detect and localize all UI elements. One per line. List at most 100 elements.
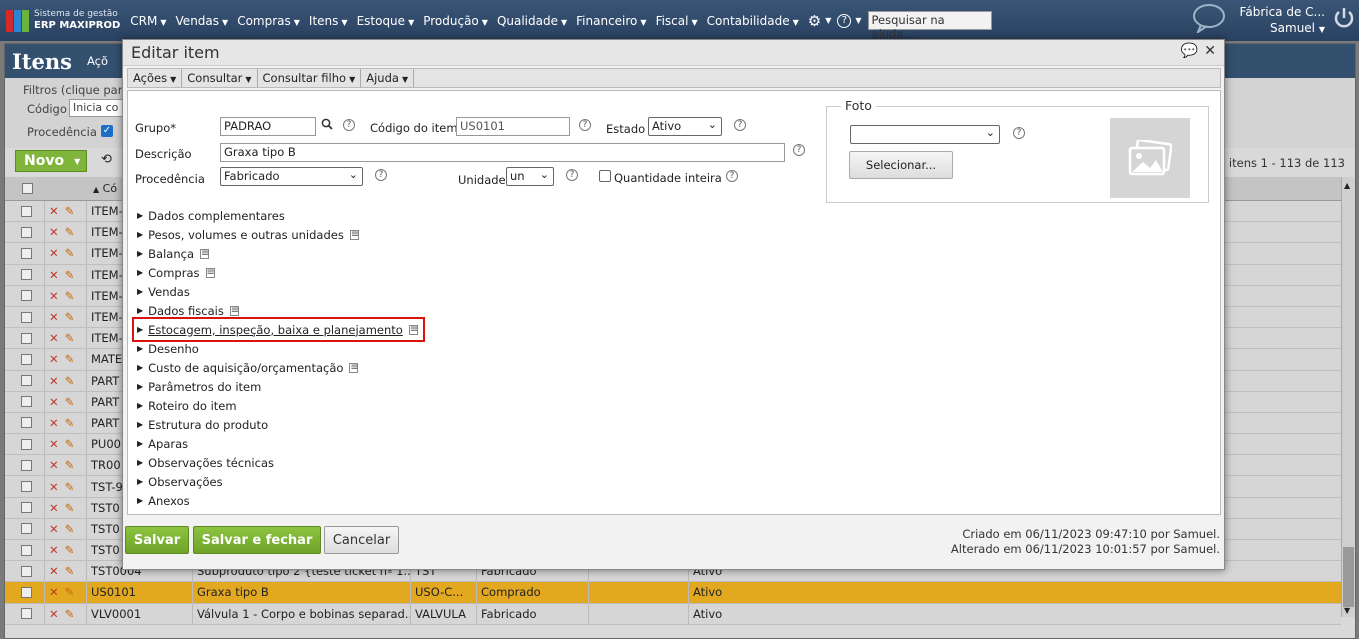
select-photo-button[interactable]: Selecionar...	[849, 151, 953, 179]
delete-icon[interactable]: ✕	[49, 480, 59, 494]
nav-vendas[interactable]: Vendas ▼	[176, 14, 229, 28]
delete-icon[interactable]: ✕	[49, 564, 59, 578]
delete-icon[interactable]: ✕	[49, 585, 59, 599]
menu-consultar-filho[interactable]: Consultar filho ▼	[258, 69, 362, 87]
section-toggle[interactable]: ▶ Balança ≡	[137, 244, 422, 263]
row-checkbox[interactable]	[21, 332, 32, 344]
nav-producao[interactable]: Produção ▼	[423, 14, 488, 28]
help-icon[interactable]: ?	[726, 170, 738, 182]
column-header-code[interactable]: ▲ Có	[93, 182, 117, 195]
help-icon[interactable]: ?	[734, 119, 746, 131]
filter-origin-checkbox[interactable]: ✓	[101, 125, 113, 137]
document-icon[interactable]: ≡	[205, 267, 215, 278]
nav-itens[interactable]: Itens ▼	[309, 14, 348, 28]
edit-pencil-icon[interactable]: ✎	[65, 480, 75, 494]
descricao-input[interactable]: Graxa tipo B	[220, 143, 785, 162]
row-checkbox[interactable]	[21, 481, 32, 493]
document-icon[interactable]: ≡	[229, 305, 239, 316]
edit-pencil-icon[interactable]: ✎	[65, 204, 75, 218]
nav-qualidade[interactable]: Qualidade ▼	[497, 14, 567, 28]
section-toggle[interactable]: ▶ Vendas	[137, 282, 422, 301]
chat-bubble-icon[interactable]	[1192, 3, 1226, 39]
unidade-select[interactable]: un ⌄	[506, 167, 554, 186]
row-checkbox[interactable]	[21, 375, 32, 387]
section-toggle[interactable]: ▶ Dados complementares	[137, 206, 422, 225]
edit-pencil-icon[interactable]: ✎	[65, 331, 75, 345]
codigo-input[interactable]: US0101	[456, 117, 570, 136]
delete-icon[interactable]: ✕	[49, 374, 59, 388]
delete-icon[interactable]: ✕	[49, 289, 59, 303]
row-checkbox[interactable]	[21, 523, 32, 535]
edit-pencil-icon[interactable]: ✎	[65, 607, 75, 621]
section-toggle[interactable]: ▶ Anexos	[137, 491, 422, 510]
section-toggle[interactable]: ▶ Observações técnicas	[137, 453, 422, 472]
delete-icon[interactable]: ✕	[49, 225, 59, 239]
delete-icon[interactable]: ✕	[49, 268, 59, 282]
chat-icon[interactable]: 💬	[1181, 43, 1198, 59]
help-icon[interactable]: ?	[1013, 127, 1025, 139]
document-icon[interactable]: ≡	[349, 362, 359, 373]
section-toggle[interactable]: ▶ Custo de aquisição/orçamentação ≡	[137, 358, 422, 377]
delete-icon[interactable]: ✕	[49, 437, 59, 451]
document-icon[interactable]: ≡	[349, 229, 359, 240]
edit-pencil-icon[interactable]: ✎	[65, 437, 75, 451]
row-checkbox[interactable]	[21, 226, 32, 238]
delete-icon[interactable]: ✕	[49, 522, 59, 536]
nav-financeiro[interactable]: Financeiro ▼	[576, 14, 646, 28]
menu-ajuda[interactable]: Ajuda ▼	[361, 69, 415, 87]
edit-pencil-icon[interactable]: ✎	[65, 458, 75, 472]
nav-fiscal[interactable]: Fiscal ▼	[656, 14, 698, 28]
section-toggle[interactable]: ▶ Pesos, volumes e outras unidades ≡	[137, 225, 422, 244]
section-toggle[interactable]: ▶ Observações	[137, 472, 422, 491]
edit-pencil-icon[interactable]: ✎	[65, 416, 75, 430]
row-checkbox[interactable]	[21, 417, 32, 429]
delete-icon[interactable]: ✕	[49, 331, 59, 345]
refresh-icon[interactable]: ⟲	[101, 152, 112, 167]
filter-code-input[interactable]: Inicia co	[69, 99, 129, 117]
save-button[interactable]: Salvar	[125, 526, 189, 554]
delete-icon[interactable]: ✕	[49, 416, 59, 430]
menu-acoes[interactable]: Ações ▼	[128, 69, 183, 87]
edit-pencil-icon[interactable]: ✎	[65, 225, 75, 239]
select-all-checkbox[interactable]	[22, 183, 33, 194]
delete-icon[interactable]: ✕	[49, 204, 59, 218]
foto-select[interactable]: ⌄	[850, 125, 1000, 144]
gear-icon[interactable]: ⚙	[808, 12, 821, 30]
quantidade-inteira-checkbox[interactable]	[599, 170, 611, 182]
row-checkbox[interactable]	[21, 205, 32, 217]
help-icon[interactable]: ?	[343, 119, 355, 131]
row-checkbox[interactable]	[21, 438, 32, 450]
help-caret-icon[interactable]: ▼	[855, 16, 861, 25]
nav-crm[interactable]: CRM ▼	[130, 14, 166, 28]
edit-pencil-icon[interactable]: ✎	[65, 246, 75, 260]
row-checkbox[interactable]	[21, 459, 32, 471]
row-checkbox[interactable]	[21, 544, 32, 556]
section-toggle[interactable]: ▶ Desenho	[137, 339, 422, 358]
help-icon[interactable]: ?	[579, 119, 591, 131]
delete-icon[interactable]: ✕	[49, 501, 59, 515]
section-toggle[interactable]: ▶ Dados fiscais ≡	[137, 301, 422, 320]
edit-pencil-icon[interactable]: ✎	[65, 289, 75, 303]
user-menu[interactable]: Fábrica de C... Samuel ▼	[1240, 4, 1325, 38]
row-checkbox[interactable]	[21, 353, 32, 365]
edit-pencil-icon[interactable]: ✎	[65, 585, 75, 599]
delete-icon[interactable]: ✕	[49, 395, 59, 409]
app-logo[interactable]: Sistema de gestão ERP MAXIPROD	[6, 9, 120, 32]
power-icon[interactable]	[1333, 6, 1355, 36]
edit-pencil-icon[interactable]: ✎	[65, 501, 75, 515]
help-icon[interactable]: ?	[375, 169, 387, 181]
delete-icon[interactable]: ✕	[49, 310, 59, 324]
page-actions-menu[interactable]: Açõ	[87, 54, 108, 68]
row-checkbox[interactable]	[21, 502, 32, 514]
section-toggle[interactable]: ▶ Aparas	[137, 434, 422, 453]
edit-pencil-icon[interactable]: ✎	[65, 395, 75, 409]
section-toggle[interactable]: ▶ Roteiro do item	[137, 396, 422, 415]
section-toggle[interactable]: ▶ Estrutura do produto	[137, 415, 422, 434]
document-icon[interactable]: ≡	[408, 324, 418, 335]
new-button[interactable]: Novo ▼	[15, 150, 87, 172]
nav-compras[interactable]: Compras ▼	[237, 14, 300, 28]
menu-consultar[interactable]: Consultar ▼	[182, 69, 258, 87]
row-checkbox[interactable]	[21, 311, 32, 323]
grupo-input[interactable]: PADRAO	[220, 117, 316, 136]
delete-icon[interactable]: ✕	[49, 543, 59, 557]
